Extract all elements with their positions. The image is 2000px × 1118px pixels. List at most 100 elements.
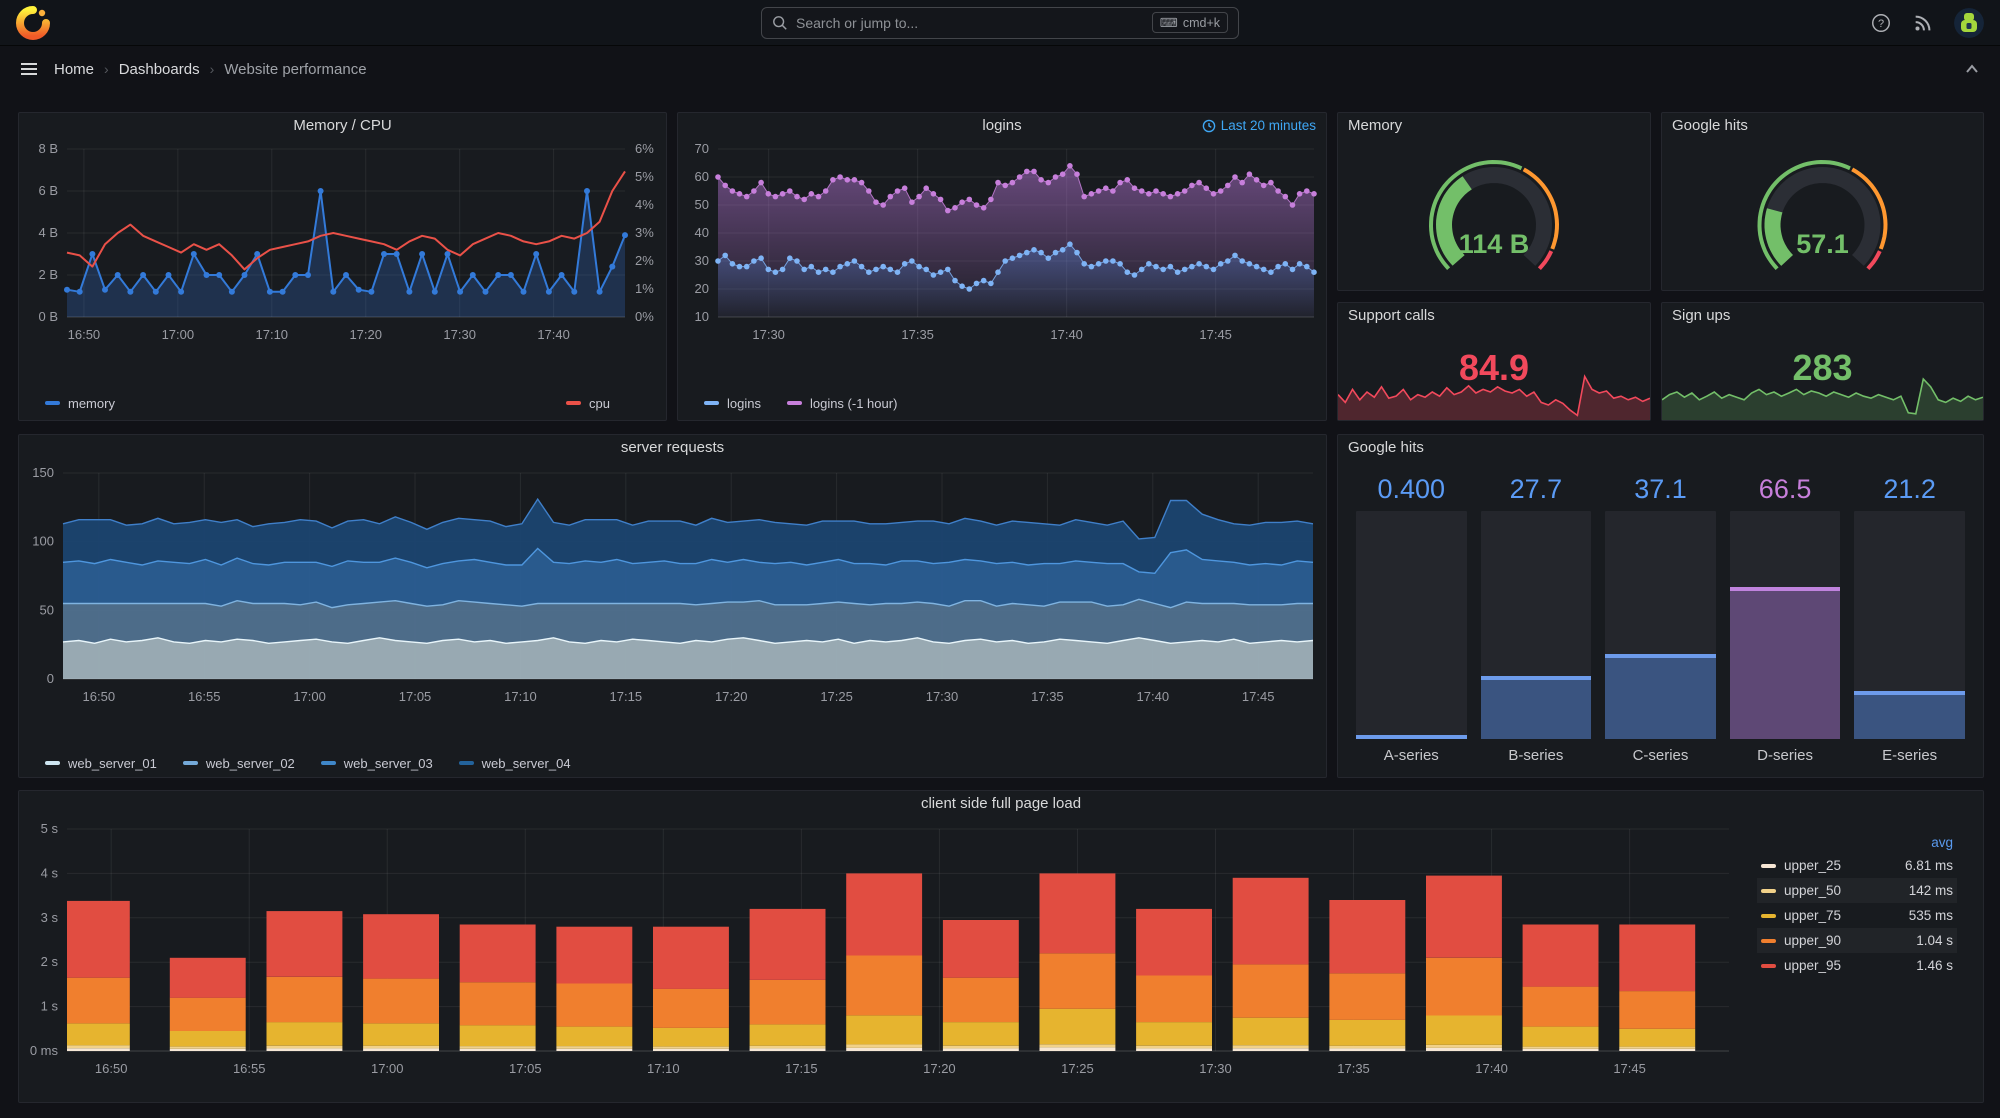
breadcrumb-home[interactable]: Home [54,61,94,78]
legend-item-web_server_02[interactable]: web_server_02 [182,755,295,771]
logins-chart[interactable]: 10 20 30 40 50 60 70 17:30 17:35 17:40 17:45 [678,139,1326,383]
svg-text:17:40: 17:40 [1137,689,1170,704]
svg-text:4 B: 4 B [38,225,58,240]
panel-logins: logins Last 20 minutes 10 20 30 40 50 60 70 17:… [677,112,1327,421]
svg-text:17:40: 17:40 [1475,1061,1508,1076]
legend-label: web_server_04 [481,755,571,771]
svg-text:4%: 4% [635,197,654,212]
bar-gauge-column-C-series[interactable]: 37.1 C-series [1605,471,1716,771]
legend-swatch [704,401,719,405]
legend-swatch [458,761,474,765]
svg-text:?: ? [1878,18,1884,30]
legend-item-upper_95[interactable]: upper_95 1.46 s [1757,953,1957,978]
cmdk-shortcut-chip: ⌨ cmd+k [1151,12,1228,33]
legend-label: upper_95 [1784,958,1842,973]
page-load-chart[interactable]: 0 ms 1 s 2 s 3 s 4 s 5 s 16:50 16:55 17:00 17:05 1… [19,817,1981,1089]
user-avatar[interactable] [1954,7,1984,38]
svg-text:17:20: 17:20 [349,327,382,342]
panel-title[interactable]: Sign ups [1662,303,1983,329]
svg-text:17:35: 17:35 [1337,1061,1370,1076]
legend-swatch [786,401,802,405]
panel-google-hits-bargauge: Google hits 0.400 A-series 27.7 B-series 37.… [1337,434,1984,778]
bar-gauge-label: B-series [1508,746,1564,764]
bar-gauge-column-D-series[interactable]: 66.5 D-series [1729,471,1841,771]
legend-item-memory[interactable]: memory [45,396,115,411]
bar-gauge-bar [1729,587,1841,739]
svg-text:17:40: 17:40 [537,327,570,342]
shortcut-label: cmd+k [1182,15,1220,30]
legend-item-web_server_01[interactable]: web_server_01 [45,756,157,771]
legend-avg-value: 1.04 s [1916,933,1953,948]
bar-gauge-column-B-series[interactable]: 27.7 B-series [1480,471,1592,771]
svg-text:40: 40 [695,225,709,240]
panel-title[interactable]: server requests [19,435,1326,461]
panel-title[interactable]: Google hits [1338,435,1983,461]
legend-item-upper_75[interactable]: upper_75 535 ms [1757,903,1957,928]
panel-title[interactable]: Memory / CPU [19,113,666,139]
server-requests-chart[interactable]: 0 50 100 150 16:50 16:55 17:00 17:05 17:10 17:15 1… [19,461,1326,743]
legend-item-web_server_04[interactable]: web_server_04 [458,755,571,771]
bar-gauge-value: 0.400 [1377,474,1446,504]
breadcrumb-separator: › [104,61,109,77]
bar-gauge-column-A-series[interactable]: 0.400 A-series [1356,471,1467,771]
bar-gauge-track [1729,511,1841,739]
svg-text:17:35: 17:35 [1031,689,1064,704]
bar-gauge-value: 21.2 [1883,474,1936,504]
legend-label: web_server_02 [205,755,295,771]
legend-item-logins (-1 hour)[interactable]: logins (-1 hour) [786,396,897,411]
panel-sign-ups: Sign ups 283 [1661,302,1984,421]
svg-text:5%: 5% [635,169,654,184]
bar-gauge-value: 66.5 [1758,474,1812,504]
legend-label: web_server_03 [343,755,433,771]
legend-item-upper_90[interactable]: upper_90 1.04 s [1757,928,1957,953]
panel-client-page-load: client side full page load 0 ms 1 s 2 s 3 s… [18,790,1984,1103]
legend-item-web_server_03[interactable]: web_server_03 [320,755,433,771]
svg-text:17:30: 17:30 [752,327,785,342]
grafana-logo-icon[interactable] [16,5,50,40]
legend-avg-header[interactable]: avg [1757,831,1957,853]
menu-hamburger-icon[interactable] [18,58,40,80]
bar-gauge-value: 27.7 [1509,474,1563,504]
bar-gauge-column-E-series[interactable]: 21.2 E-series [1854,471,1965,771]
svg-text:57.1: 57.1 [1796,229,1849,259]
bar-gauge-label: D-series [1757,746,1813,764]
panel-title[interactable]: Support calls [1338,303,1650,329]
panel-title[interactable]: client side full page load [19,791,1983,817]
search-input[interactable]: Search or jump to... ⌨ cmd+k [761,6,1239,39]
svg-text:17:30: 17:30 [443,327,476,342]
memory-cpu-chart[interactable]: 0 B 2 B 4 B 6 B 8 B 16:50 17:00 17:10 17:20 17:30… [19,139,666,383]
legend-label: upper_50 [1784,883,1842,898]
panel-title[interactable]: Memory [1338,113,1650,139]
chevron-up-icon[interactable] [1962,59,1982,79]
svg-text:16:55: 16:55 [188,689,221,704]
bar-gauge-bar [1356,735,1467,739]
legend-item-logins[interactable]: logins [704,396,761,411]
legend-label: upper_90 [1784,933,1842,948]
svg-text:17:30: 17:30 [926,689,959,704]
svg-text:17:30: 17:30 [1199,1061,1232,1076]
svg-text:17:25: 17:25 [820,689,853,704]
svg-text:17:10: 17:10 [256,327,289,342]
breadcrumb-dashboards[interactable]: Dashboards [119,61,200,78]
chart-legend: logins logins (-1 hour) [678,388,1326,418]
bar-gauge-track [1356,511,1467,739]
bar-gauge-label: C-series [1632,746,1689,764]
panel-google-hits-gauge: Google hits 57.1 [1661,112,1984,291]
help-icon[interactable]: ? [1870,12,1892,34]
legend-swatch [1761,913,1776,918]
svg-text:17:05: 17:05 [509,1061,542,1076]
bar-gauge-track [1480,511,1592,739]
legend-label: upper_75 [1784,908,1842,923]
svg-text:2 s: 2 s [41,954,59,969]
bar-gauge-track [1605,511,1716,739]
legend-item-cpu[interactable]: cpu [566,396,610,411]
svg-text:16:55: 16:55 [233,1061,266,1076]
legend-swatch [320,761,336,765]
panel-title[interactable]: Google hits [1662,113,1983,139]
news-rss-icon[interactable] [1912,12,1934,34]
legend-item-upper_25[interactable]: upper_25 6.81 ms [1757,853,1957,878]
time-range-label[interactable]: Last 20 minutes [1202,118,1316,133]
bar-gauge-bar [1480,675,1592,739]
svg-text:3%: 3% [635,225,654,240]
legend-item-upper_50[interactable]: upper_50 142 ms [1757,878,1957,903]
